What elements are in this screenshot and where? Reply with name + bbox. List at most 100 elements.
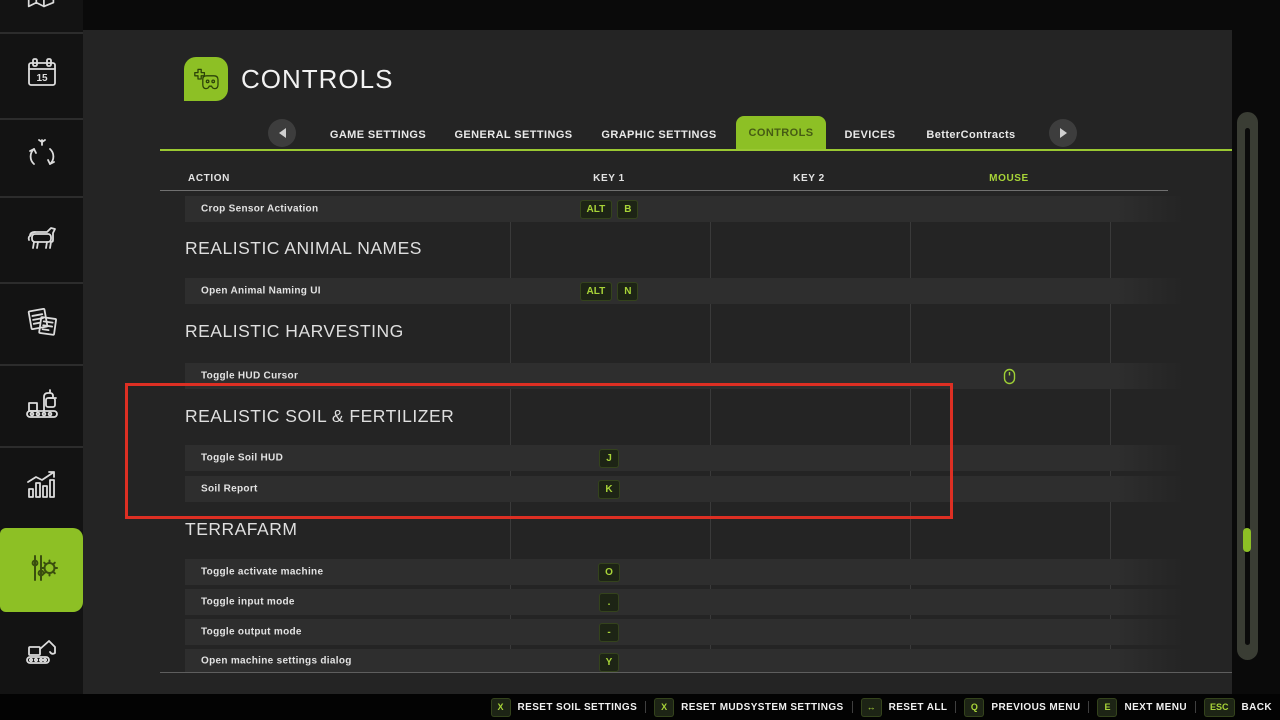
binding-row-toggle-output-mode[interactable]: Toggle output mode -	[185, 619, 1185, 645]
sidebar-item-map[interactable]	[0, 0, 83, 32]
action-bar-label: PREVIOUS MENU	[991, 702, 1080, 713]
calendar-icon: 15	[22, 54, 62, 99]
header-divider	[160, 190, 1168, 191]
column-header-key2: KEY 2	[749, 173, 869, 184]
key-badge[interactable]: ALT	[580, 282, 613, 301]
action-bar-label: NEXT MENU	[1124, 702, 1187, 713]
key-badge[interactable]: J	[599, 449, 619, 468]
mouse-icon	[1003, 368, 1016, 385]
bottom-action-bar: X RESET SOIL SETTINGS X RESET MUDSYSTEM …	[0, 694, 1280, 720]
binding-row-crop-sensor-activation[interactable]: Crop Sensor Activation ALTB	[185, 196, 1185, 222]
excavator-icon	[22, 632, 62, 677]
tab-underline	[160, 149, 1232, 151]
key-badge[interactable]: B	[617, 200, 638, 219]
key-badge[interactable]: Y	[599, 653, 620, 672]
production-line-icon	[22, 384, 62, 429]
sidebar-item-crop-rotation[interactable]	[0, 120, 83, 196]
sidebar-item-production[interactable]	[0, 366, 83, 446]
tab-bettercontracts[interactable]: BetterContracts	[916, 124, 1026, 146]
tab-controls[interactable]: CONTROLS	[736, 116, 826, 150]
next-menu-button[interactable]: E NEXT MENU	[1097, 698, 1187, 717]
key-badge: X	[491, 698, 511, 717]
right-arrow-icon	[1060, 128, 1067, 138]
action-bar-label: RESET MUDSYSTEM SETTINGS	[681, 702, 843, 713]
action-bar-label: RESET ALL	[889, 702, 948, 713]
binding-row-toggle-activate-machine[interactable]: Toggle activate machine O	[185, 559, 1185, 585]
sidebar-item-statistics[interactable]	[0, 448, 83, 526]
sidebar-item-construction[interactable]	[0, 614, 83, 694]
tab-general-settings[interactable]: GENERAL SETTINGS	[451, 124, 576, 146]
previous-menu-button[interactable]: Q PREVIOUS MENU	[964, 698, 1080, 717]
tab-scroll-left-button[interactable]	[268, 119, 296, 147]
section-title-realistic-soil-fertilizer: REALISTIC SOIL & FERTILIZER	[185, 406, 454, 427]
key-badge[interactable]: ALT	[580, 200, 613, 219]
reset-all-button[interactable]: ↔ RESET ALL	[861, 698, 948, 717]
section-title-realistic-animal-names: REALISTIC ANIMAL NAMES	[185, 238, 422, 259]
controls-page-icon	[184, 57, 228, 101]
mod-settings-icon	[22, 548, 62, 593]
binding-row-toggle-hud-cursor[interactable]: Toggle HUD Cursor	[185, 363, 1185, 389]
sidebar-item-contracts[interactable]	[0, 284, 83, 364]
action-label: Soil Report	[201, 484, 258, 495]
action-label: Open Animal Naming UI	[201, 286, 321, 297]
page-title: CONTROLS	[241, 64, 393, 95]
tab-label: GAME SETTINGS	[330, 129, 426, 141]
action-label: Toggle output mode	[201, 627, 302, 638]
scrollbar-thumb[interactable]	[1243, 528, 1251, 552]
double-arrow-key-icon: ↔	[861, 698, 882, 717]
key-badge[interactable]: .	[599, 593, 619, 612]
sidebar: 15	[0, 0, 83, 694]
crop-rotation-icon	[22, 136, 62, 181]
main-panel: CONTROLS GAME SETTINGS GENERAL SETTINGS …	[83, 30, 1232, 694]
column-header-key1: KEY 1	[549, 173, 669, 184]
binding-row-toggle-soil-hud[interactable]: Toggle Soil HUD J	[185, 445, 1185, 471]
key-badge: ESC	[1204, 698, 1235, 717]
binding-row-soil-report[interactable]: Soil Report K	[185, 476, 1185, 502]
action-bar-label: RESET SOIL SETTINGS	[518, 702, 638, 713]
key-badge: X	[654, 698, 674, 717]
gamepad-icon	[190, 63, 222, 95]
action-bar-label: BACK	[1242, 702, 1273, 713]
cow-icon	[22, 218, 62, 263]
table-bottom-divider	[160, 672, 1232, 673]
action-label: Toggle input mode	[201, 597, 295, 608]
tab-scroll-right-button[interactable]	[1049, 119, 1077, 147]
divider	[1195, 701, 1196, 713]
papers-icon	[22, 302, 62, 347]
reset-soil-settings-button[interactable]: X RESET SOIL SETTINGS	[491, 698, 638, 717]
tab-label: CONTROLS	[749, 127, 814, 139]
tab-label: GRAPHIC SETTINGS	[601, 129, 716, 141]
action-label: Crop Sensor Activation	[201, 204, 318, 215]
binding-row-open-machine-settings-dialog[interactable]: Open machine settings dialog Y	[185, 649, 1185, 672]
divider	[645, 701, 646, 713]
binding-row-open-animal-naming-ui[interactable]: Open Animal Naming UI ALTN	[185, 278, 1185, 304]
divider	[955, 701, 956, 713]
scrollbar-track[interactable]	[1245, 128, 1250, 645]
action-label: Toggle Soil HUD	[201, 453, 283, 464]
divider	[852, 701, 853, 713]
tab-graphic-settings[interactable]: GRAPHIC SETTINGS	[599, 124, 719, 146]
column-header-action: ACTION	[188, 173, 230, 184]
action-label: Toggle activate machine	[201, 567, 323, 578]
key-badge[interactable]: N	[617, 282, 638, 301]
section-title-terrafarm: TERRAFARM	[185, 519, 297, 540]
sidebar-item-mod-settings[interactable]	[0, 528, 83, 612]
action-label: Toggle HUD Cursor	[201, 371, 298, 382]
map-icon	[23, 0, 61, 19]
tab-devices[interactable]: DEVICES	[835, 124, 905, 146]
divider	[1088, 701, 1089, 713]
key-badge: Q	[964, 698, 984, 717]
back-button[interactable]: ESC BACK	[1204, 698, 1272, 717]
tab-label: DEVICES	[844, 129, 895, 141]
binding-row-toggle-input-mode[interactable]: Toggle input mode .	[185, 589, 1185, 615]
reset-mudsystem-settings-button[interactable]: X RESET MUDSYSTEM SETTINGS	[654, 698, 843, 717]
key-badge[interactable]: O	[598, 563, 620, 582]
tab-label: BetterContracts	[926, 129, 1015, 141]
sidebar-item-animals[interactable]	[0, 198, 83, 282]
tab-game-settings[interactable]: GAME SETTINGS	[323, 124, 433, 146]
key-badge[interactable]: -	[599, 623, 619, 642]
key-badge: E	[1097, 698, 1117, 717]
sidebar-item-calendar[interactable]: 15	[0, 34, 83, 118]
column-header-mouse: MOUSE	[949, 173, 1069, 184]
key-badge[interactable]: K	[598, 480, 619, 499]
